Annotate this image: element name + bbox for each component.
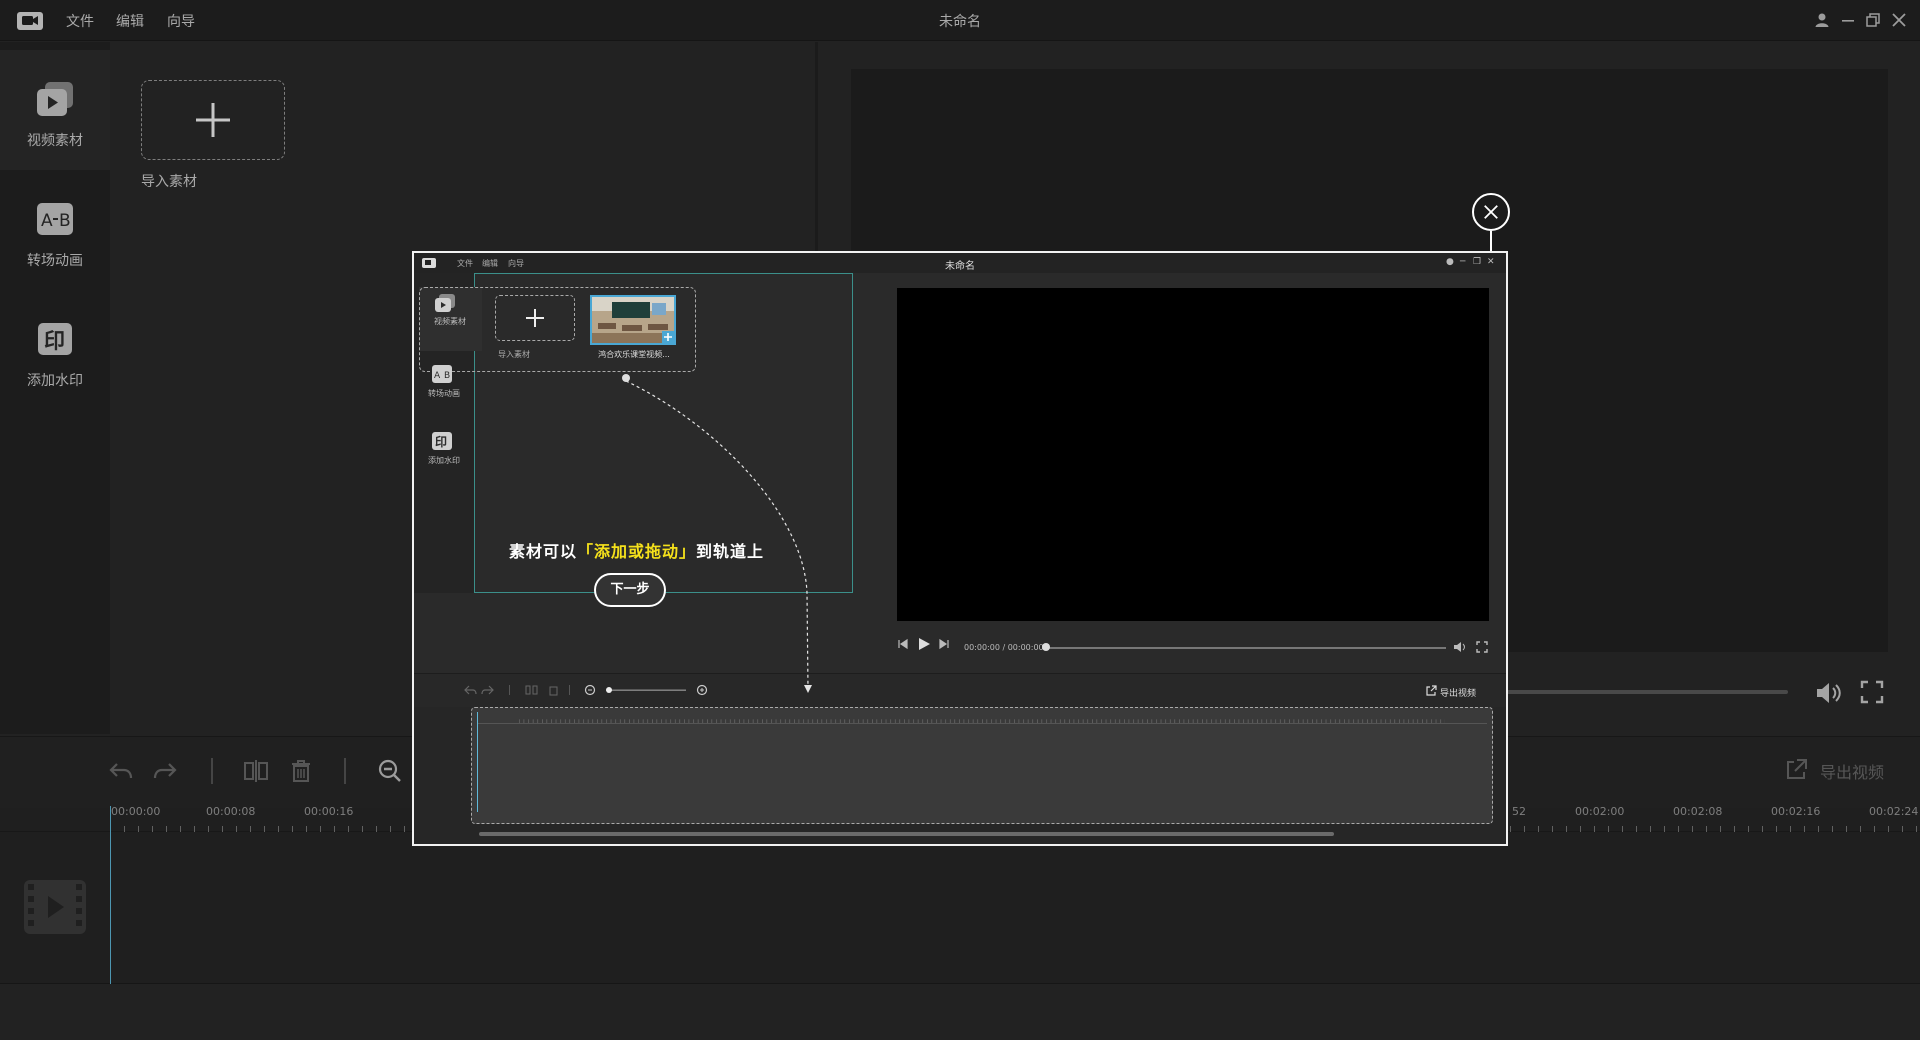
mini-playback-controls (898, 638, 949, 650)
mini-thumbnail-label: 鸿合欢乐课堂视频... (598, 350, 670, 359)
mini-media-thumbnail (590, 295, 676, 345)
mini-export-label: 导出视频 (1440, 689, 1477, 699)
mini-user-icon: ● (1446, 257, 1454, 267)
svg-text:B: B (444, 371, 450, 381)
mini-timeline-ruler (477, 712, 1487, 724)
mini-plus-icon (526, 309, 544, 327)
mini-nav-label: 视频素材 (434, 317, 466, 326)
mini-nav-label: 添加水印 (428, 456, 460, 465)
mini-toolbar-icons (464, 684, 708, 696)
mini-nav-label: 转场动画 (428, 389, 460, 398)
mini-transition-ab-icon: A B (432, 365, 452, 383)
mini-import-label: 导入素材 (498, 350, 530, 359)
svg-text:A: A (434, 371, 441, 381)
classroom-thumbnail-image (592, 297, 674, 343)
mini-track-drop-zone (471, 707, 1493, 824)
hint-prefix: 素材可以 (509, 542, 578, 561)
mini-import-button (495, 295, 575, 341)
mini-export-icon (1426, 685, 1437, 696)
mini-watermark-stamp-icon: 印 (432, 432, 452, 450)
mini-restore-icon: ❐ (1473, 257, 1482, 267)
mini-fullscreen-icon (1476, 641, 1488, 653)
hint-highlight: 「添加或拖动」 (577, 542, 697, 561)
svg-text:印: 印 (435, 435, 447, 449)
mini-progress-knob (1042, 643, 1050, 651)
mini-video-library-icon (435, 294, 455, 312)
guide-hint-text: 素材可以「添加或拖动」到轨道上 (509, 538, 764, 562)
mini-time-readout: 00:00:00 / 00:00:00 (964, 643, 1044, 652)
mini-volume-icon (1454, 642, 1465, 652)
mini-minimize-icon: ─ (1460, 257, 1466, 267)
next-step-button[interactable]: 下一步 (594, 573, 666, 607)
guide-preview-frame: 文件 编辑 向导 未命名 ● ─ ❐ ✕ 视频素材 A B 转场动画 印 添加水… (412, 251, 1508, 846)
mini-close-icon: ✕ (1487, 257, 1495, 267)
mini-window-title: 未命名 (945, 261, 975, 272)
mini-playhead (477, 712, 478, 812)
mini-preview-screen (897, 288, 1489, 621)
mini-progress-bar (1044, 647, 1446, 649)
hint-suffix: 到轨道上 (696, 542, 765, 561)
mini-scrollbar (479, 832, 1334, 836)
close-guide-connector (1490, 231, 1492, 251)
close-guide-icon[interactable] (1472, 193, 1510, 231)
